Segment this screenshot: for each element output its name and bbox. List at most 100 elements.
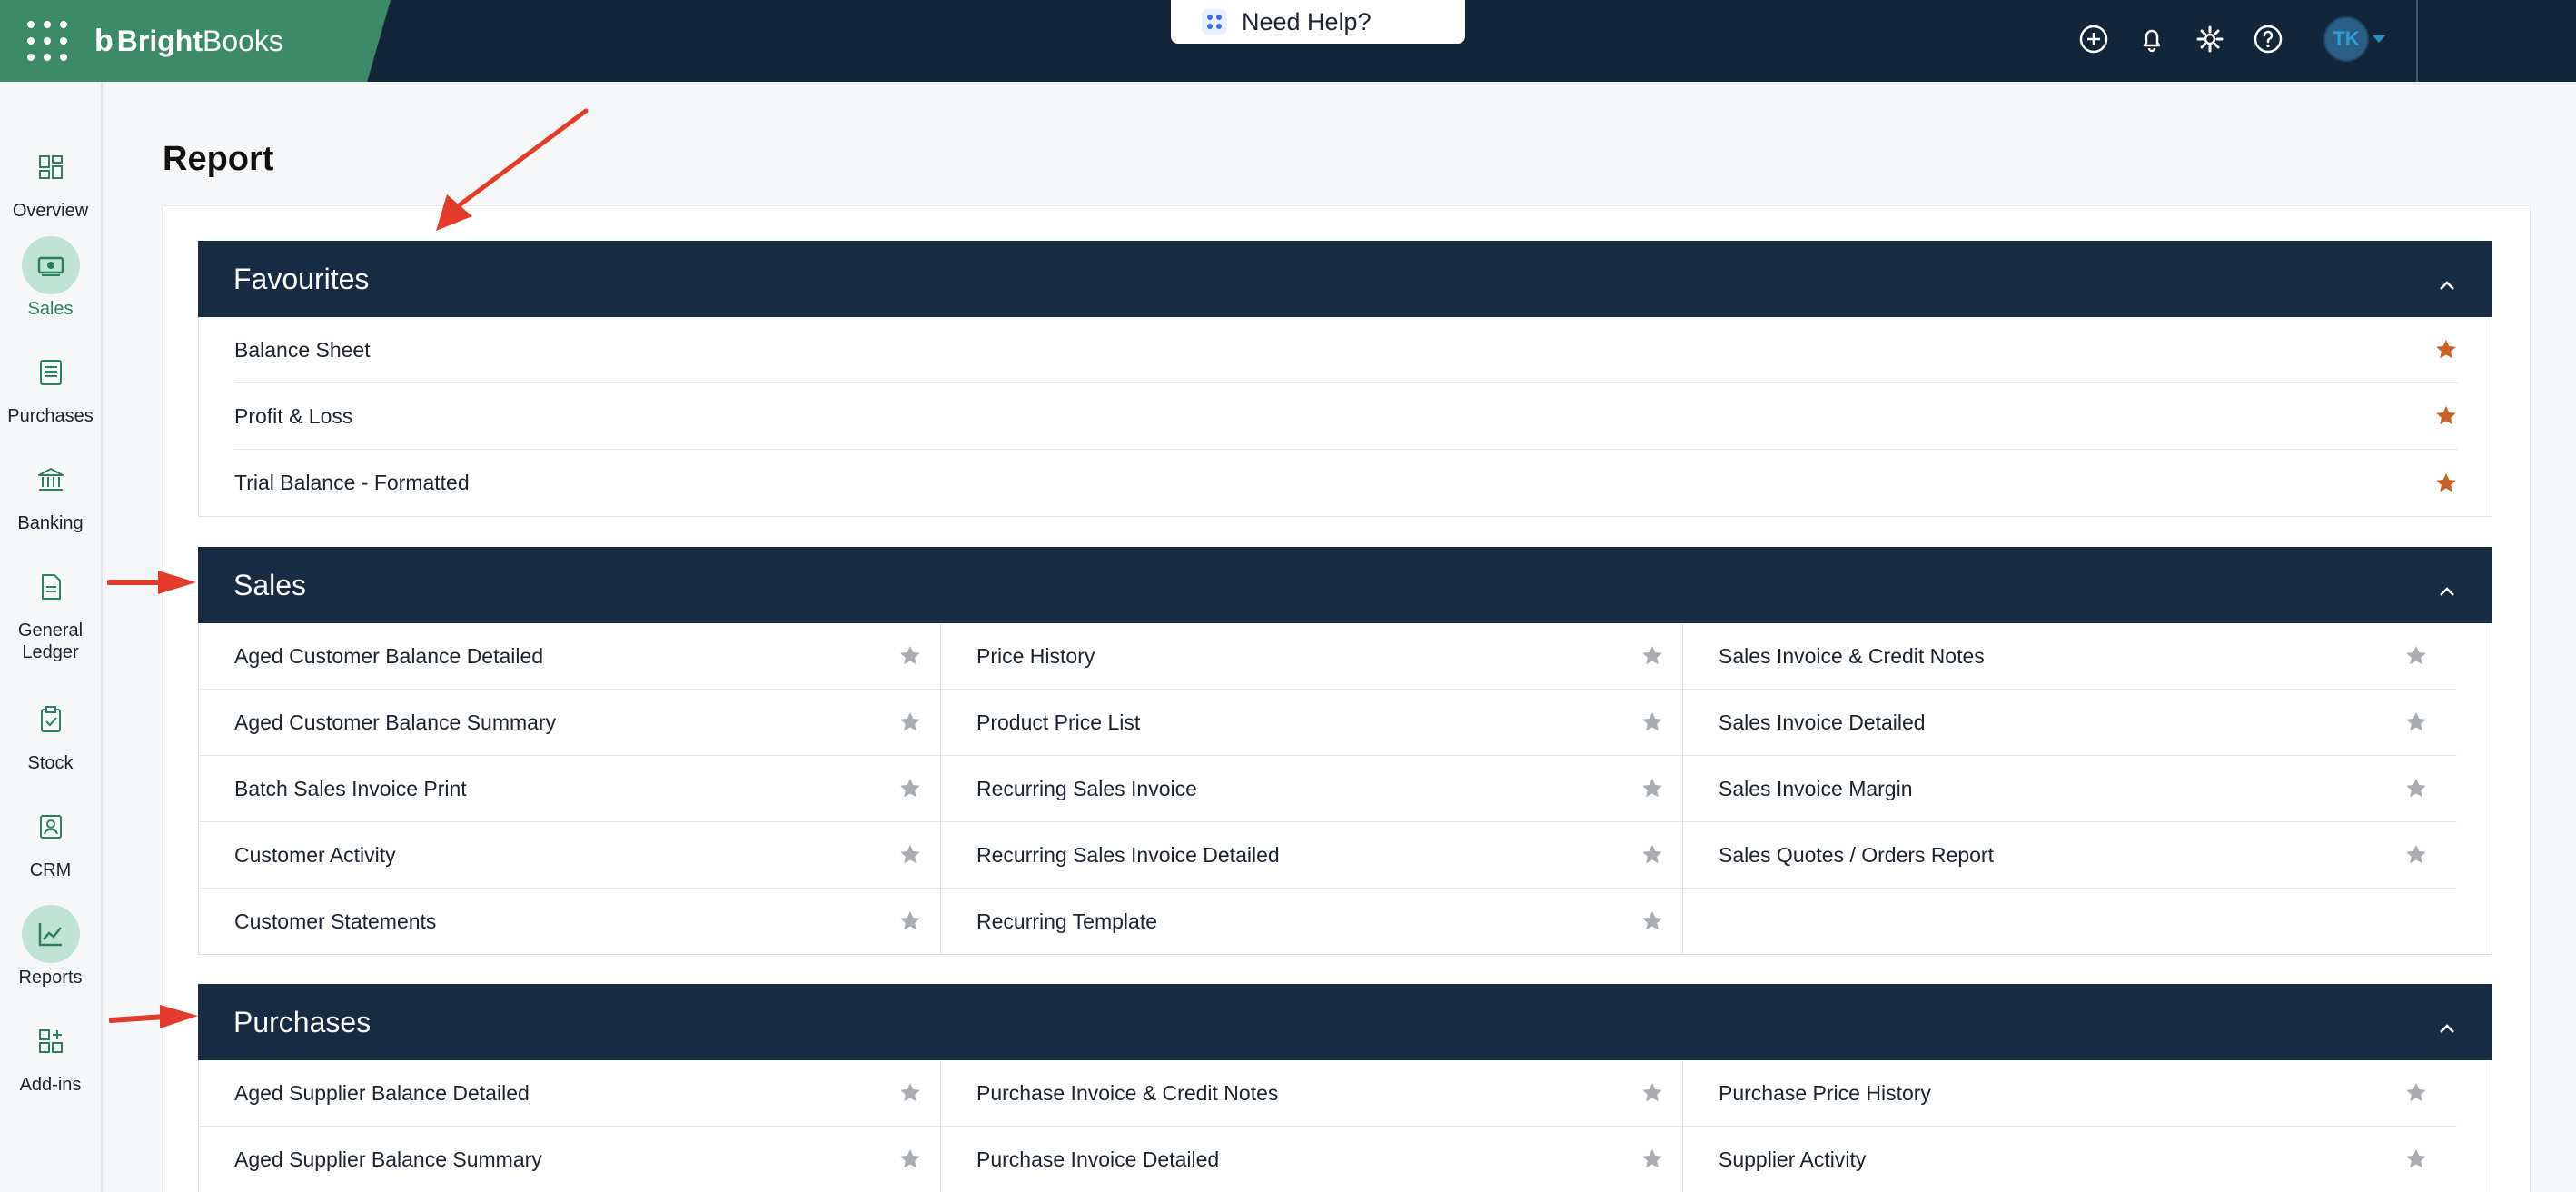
sidebar-item-purchases[interactable]: Purchases xyxy=(0,343,101,427)
sidebar-item-general-ledger[interactable]: General Ledger xyxy=(0,558,101,663)
report-item[interactable]: Sales Invoice & Credit Notes xyxy=(1683,623,2457,690)
report-link[interactable]: Supplier Activity xyxy=(1719,1147,1866,1172)
top-actions: TK xyxy=(2078,16,2385,62)
sidebar-item-banking[interactable]: Banking xyxy=(0,451,101,534)
report-link[interactable]: Purchase Price History xyxy=(1719,1081,1931,1106)
report-item[interactable]: Batch Sales Invoice Print xyxy=(199,756,940,822)
bell-icon[interactable] xyxy=(2136,24,2167,55)
document-icon xyxy=(22,558,80,616)
star-outline-icon[interactable] xyxy=(1640,644,1664,668)
report-item[interactable]: Supplier Activity xyxy=(1683,1127,2457,1192)
report-link[interactable]: Product Price List xyxy=(976,710,1140,735)
report-item[interactable]: Price History xyxy=(941,623,1682,690)
star-filled-icon[interactable] xyxy=(2434,404,2458,428)
report-link[interactable]: Aged Supplier Balance Summary xyxy=(234,1147,542,1172)
report-link[interactable]: Aged Supplier Balance Detailed xyxy=(234,1081,530,1106)
section-header-purchases[interactable]: Purchases xyxy=(198,984,2492,1060)
star-filled-icon[interactable] xyxy=(2434,472,2458,495)
gear-icon[interactable] xyxy=(2195,24,2225,55)
star-outline-icon[interactable] xyxy=(1640,1081,1664,1105)
report-item[interactable]: Purchase Invoice Detailed xyxy=(941,1127,1682,1192)
section-header-sales[interactable]: Sales xyxy=(198,547,2492,623)
star-outline-icon[interactable] xyxy=(1640,1147,1664,1171)
report-link[interactable]: Purchase Invoice Detailed xyxy=(976,1147,1219,1172)
report-link[interactable]: Profit & Loss xyxy=(234,404,352,429)
star-outline-icon[interactable] xyxy=(1640,843,1664,867)
section-header-favourites[interactable]: Favourites xyxy=(198,241,2492,317)
star-outline-icon[interactable] xyxy=(2404,843,2428,867)
list-item[interactable]: Profit & Loss xyxy=(234,383,2458,450)
report-link[interactable]: Purchase Invoice & Credit Notes xyxy=(976,1081,1278,1106)
star-outline-icon[interactable] xyxy=(1640,777,1664,800)
add-icon[interactable] xyxy=(2078,24,2109,55)
list-item[interactable]: Balance Sheet xyxy=(234,317,2458,383)
sidebar-item-add-ins[interactable]: Add-ins xyxy=(0,1012,101,1096)
star-outline-icon[interactable] xyxy=(898,843,922,867)
star-outline-icon[interactable] xyxy=(2404,777,2428,800)
brand-area: b Bright Books xyxy=(0,0,391,82)
report-link[interactable]: Recurring Sales Invoice xyxy=(976,777,1197,801)
report-link[interactable]: Sales Invoice Detailed xyxy=(1719,710,1926,735)
report-link[interactable]: Sales Invoice & Credit Notes xyxy=(1719,644,1985,669)
report-link[interactable]: Sales Quotes / Orders Report xyxy=(1719,843,1994,868)
report-link[interactable]: Aged Customer Balance Detailed xyxy=(234,644,543,669)
star-filled-icon[interactable] xyxy=(2434,338,2458,362)
star-outline-icon[interactable] xyxy=(898,909,922,933)
report-item[interactable]: Recurring Sales Invoice Detailed xyxy=(941,822,1682,889)
report-link[interactable]: Balance Sheet xyxy=(234,338,371,363)
star-outline-icon[interactable] xyxy=(2404,1147,2428,1171)
section-title: Sales xyxy=(233,568,307,601)
report-link[interactable]: Customer Activity xyxy=(234,843,396,868)
sidebar: Overview Sales Purchases Banking General… xyxy=(0,82,103,1192)
report-link[interactable]: Recurring Sales Invoice Detailed xyxy=(976,843,1280,868)
report-item[interactable]: Sales Quotes / Orders Report xyxy=(1683,822,2457,889)
report-item[interactable]: Product Price List xyxy=(941,690,1682,756)
sidebar-item-stock[interactable]: Stock xyxy=(0,690,101,774)
star-outline-icon[interactable] xyxy=(898,1147,922,1171)
chevron-up-icon[interactable] xyxy=(2438,1011,2456,1033)
sidebar-item-sales[interactable]: Sales xyxy=(0,236,101,320)
report-item[interactable]: Purchase Price History xyxy=(1683,1060,2457,1127)
report-link[interactable]: Batch Sales Invoice Print xyxy=(234,777,467,801)
report-item[interactable]: Aged Supplier Balance Summary xyxy=(199,1127,940,1192)
sidebar-item-crm[interactable]: CRM xyxy=(0,798,101,881)
star-outline-icon[interactable] xyxy=(898,710,922,734)
help-icon[interactable] xyxy=(2253,24,2284,55)
list-item[interactable]: Trial Balance - Formatted xyxy=(234,450,2458,516)
sidebar-item-overview[interactable]: Overview xyxy=(0,138,101,222)
report-item[interactable]: Purchase Invoice & Credit Notes xyxy=(941,1060,1682,1127)
star-outline-icon[interactable] xyxy=(2404,710,2428,734)
star-outline-icon[interactable] xyxy=(898,1081,922,1105)
report-link[interactable]: Recurring Template xyxy=(976,909,1157,934)
star-outline-icon[interactable] xyxy=(2404,644,2428,668)
app-launcher-icon[interactable] xyxy=(27,21,67,61)
report-item[interactable]: Recurring Template xyxy=(941,889,1682,955)
report-item[interactable]: Recurring Sales Invoice xyxy=(941,756,1682,822)
report-item[interactable]: Aged Customer Balance Summary xyxy=(199,690,940,756)
report-item[interactable]: Aged Supplier Balance Detailed xyxy=(199,1060,940,1127)
user-menu[interactable]: TK xyxy=(2323,16,2385,62)
chevron-up-icon[interactable] xyxy=(2438,574,2456,596)
report-link[interactable]: Sales Invoice Margin xyxy=(1719,777,1913,801)
report-item[interactable]: Sales Invoice Detailed xyxy=(1683,690,2457,756)
need-help-button[interactable]: Need Help? xyxy=(1171,0,1465,44)
brightbooks-logo[interactable]: b Bright Books xyxy=(94,24,283,59)
clipboard-check-icon xyxy=(22,690,80,749)
report-item[interactable]: Customer Activity xyxy=(199,822,940,889)
star-outline-icon[interactable] xyxy=(898,777,922,800)
star-outline-icon[interactable] xyxy=(2404,1081,2428,1105)
avatar[interactable]: TK xyxy=(2323,16,2369,62)
report-link[interactable]: Trial Balance - Formatted xyxy=(234,471,470,495)
report-item[interactable]: Sales Invoice Margin xyxy=(1683,756,2457,822)
star-outline-icon[interactable] xyxy=(1640,710,1664,734)
report-item[interactable]: Customer Statements xyxy=(199,889,940,955)
star-outline-icon[interactable] xyxy=(1640,909,1664,933)
report-item[interactable]: Aged Customer Balance Detailed xyxy=(199,623,940,690)
chevron-up-icon[interactable] xyxy=(2438,268,2456,290)
report-link[interactable]: Price History xyxy=(976,644,1095,669)
report-link[interactable]: Aged Customer Balance Summary xyxy=(234,710,556,735)
sidebar-item-reports[interactable]: Reports xyxy=(0,905,101,988)
report-link[interactable]: Customer Statements xyxy=(234,909,436,934)
star-outline-icon[interactable] xyxy=(898,644,922,668)
sidebar-item-label: CRM xyxy=(29,860,72,880)
